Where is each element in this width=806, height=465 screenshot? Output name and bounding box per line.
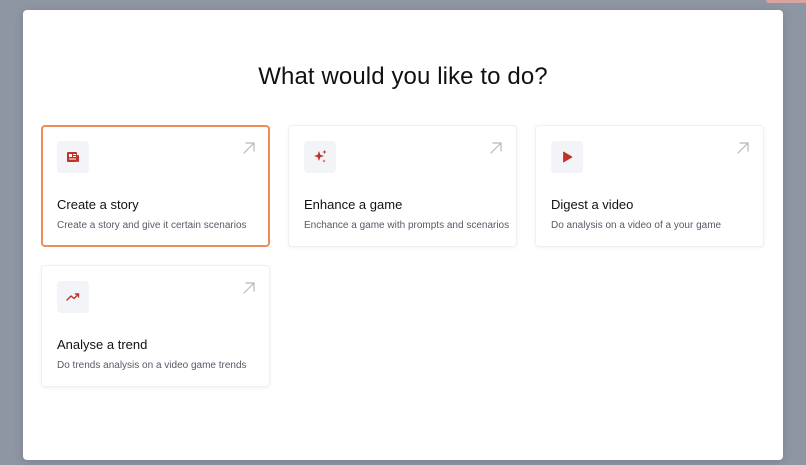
arrow-up-right-icon [243, 282, 255, 294]
arrow-up-right-icon [737, 142, 749, 154]
create-story-card[interactable]: Create a story Create a story and give i… [41, 125, 270, 247]
enhance-game-card[interactable]: Enhance a game Enchance a game with prom… [288, 125, 517, 247]
analyse-trend-title: Analyse a trend [57, 337, 148, 352]
analyse-trend-description: Do trends analysis on a video game trend… [57, 360, 247, 371]
action-picker-modal: What would you like to do? Create a stor… [23, 10, 783, 460]
digest-video-title: Digest a video [551, 197, 634, 212]
newspaper-icon [67, 152, 79, 162]
create-story-icon-box [57, 141, 89, 173]
enhance-game-icon-box [304, 141, 336, 173]
sparkles-icon [314, 150, 327, 163]
arrow-up-right-icon [243, 142, 255, 154]
enhance-game-title: Enhance a game [304, 197, 403, 212]
digest-video-description: Do analysis on a video of a your game [551, 220, 722, 231]
analyse-trend-card[interactable]: Analyse a trend Do trends analysis on a … [41, 265, 270, 387]
analyse-trend-icon-box [57, 281, 89, 313]
background-corner-accent [766, 0, 806, 3]
create-story-description: Create a story and give it certain scena… [57, 220, 247, 231]
digest-video-card[interactable]: Digest a video Do analysis on a video of… [535, 125, 764, 247]
trend-up-icon [66, 293, 80, 301]
create-story-title: Create a story [57, 197, 139, 212]
digest-video-icon-box [551, 141, 583, 173]
arrow-up-right-icon [490, 142, 502, 154]
modal-title: What would you like to do? [258, 63, 548, 90]
enhance-game-description: Enchance a game with prompts and scenari… [304, 220, 510, 231]
play-icon [563, 151, 573, 163]
